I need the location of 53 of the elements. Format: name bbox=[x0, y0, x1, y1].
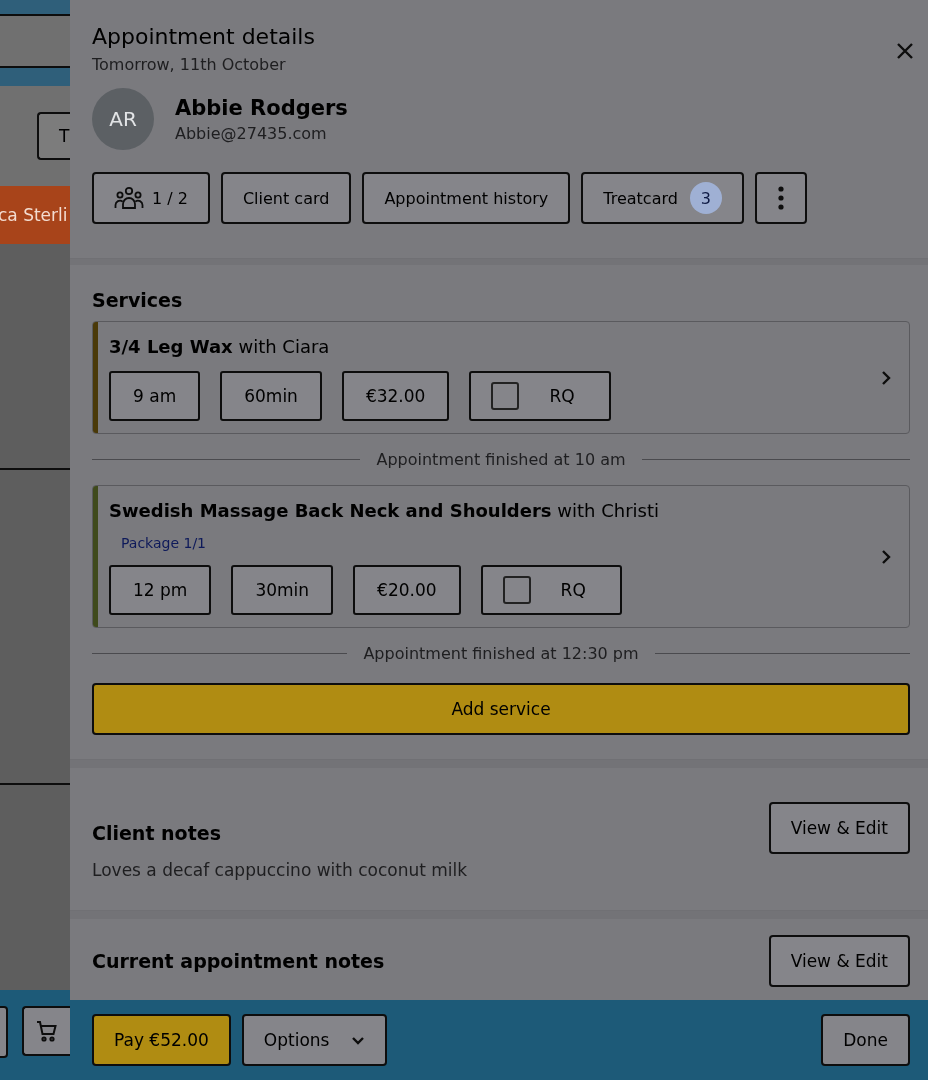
price-button[interactable]: €32.00 bbox=[341, 371, 450, 421]
header-bar bbox=[0, 0, 70, 16]
group-button[interactable]: 1 / 2 bbox=[92, 172, 210, 224]
service-title: 3/4 Leg Wax with Ciara bbox=[109, 336, 331, 357]
service-title: Swedish Massage Back Neck and Shoulders with Christi bbox=[109, 500, 660, 521]
checkbox[interactable] bbox=[502, 576, 531, 604]
rq-label: RQ bbox=[549, 386, 575, 406]
client-avatar: AR bbox=[92, 88, 154, 150]
section-heading: Client notes bbox=[92, 822, 222, 844]
treatcard-button[interactable]: Treatcard 3 bbox=[581, 172, 744, 224]
checkbox[interactable] bbox=[491, 382, 520, 410]
count-badge: 3 bbox=[689, 182, 722, 214]
duration-button[interactable]: 60min bbox=[220, 371, 322, 421]
options-button[interactable]: Options bbox=[241, 1014, 388, 1066]
header-area bbox=[0, 16, 70, 66]
package-label: Package 1/1 bbox=[121, 535, 207, 551]
footer-button[interactable] bbox=[0, 1006, 8, 1058]
cart-button[interactable] bbox=[22, 1006, 70, 1056]
more-button[interactable] bbox=[754, 172, 807, 224]
service-card[interactable]: Swedish Massage Back Neck and Shoulders with Christi Package 1/1 12 pm 30min €20.00 RQ bbox=[92, 485, 910, 628]
time-button[interactable]: 12 pm bbox=[109, 565, 212, 615]
client-email: Abbie@27435.com bbox=[175, 123, 328, 143]
toolbar-button[interactable]: T bbox=[37, 112, 70, 160]
action-button[interactable]: Appointment history bbox=[362, 172, 571, 224]
rq-toggle[interactable]: RQ bbox=[480, 565, 622, 615]
add-service-button[interactable]: Add service bbox=[92, 683, 910, 735]
section-heading: Services bbox=[92, 289, 184, 311]
chevron-icon bbox=[881, 369, 891, 386]
action-button[interactable]: Client card bbox=[220, 172, 352, 224]
pay-button[interactable]: Pay €52.00 bbox=[92, 1014, 231, 1066]
caret-icon bbox=[351, 1035, 366, 1045]
cart-icon bbox=[35, 1019, 59, 1043]
section-heading: Current appointment notes bbox=[92, 950, 385, 972]
view-edit-button[interactable]: View & Edit bbox=[768, 802, 910, 854]
price-button[interactable]: €20.00 bbox=[353, 565, 461, 615]
client-name: Abbie Rodgers bbox=[175, 95, 348, 120]
people-icon bbox=[114, 186, 144, 210]
toolbar-strip bbox=[0, 66, 70, 86]
duration-button[interactable]: 30min bbox=[231, 565, 334, 615]
done-button[interactable]: Done bbox=[821, 1014, 910, 1066]
client-note-text: Loves a decaf cappuccino with coconut milk bbox=[92, 860, 468, 880]
more-icon bbox=[777, 186, 784, 210]
panel-title: Appointment details bbox=[92, 24, 315, 49]
time-button[interactable]: 9 am bbox=[109, 371, 201, 421]
rq-toggle[interactable]: RQ bbox=[469, 371, 611, 421]
view-edit-button[interactable]: View & Edit bbox=[768, 935, 910, 987]
finished-note: Appointment finished at 12:30 pm bbox=[363, 644, 639, 663]
close-icon[interactable] bbox=[896, 42, 914, 60]
rq-label: RQ bbox=[560, 580, 586, 600]
finished-note: Appointment finished at 10 am bbox=[376, 450, 626, 469]
chevron-icon bbox=[881, 548, 891, 565]
appointment-date: Tomorrow, 11th October bbox=[92, 55, 287, 74]
service-card[interactable]: 3/4 Leg Wax with Ciara 9 am 60min €32.00 RQ bbox=[92, 321, 910, 434]
